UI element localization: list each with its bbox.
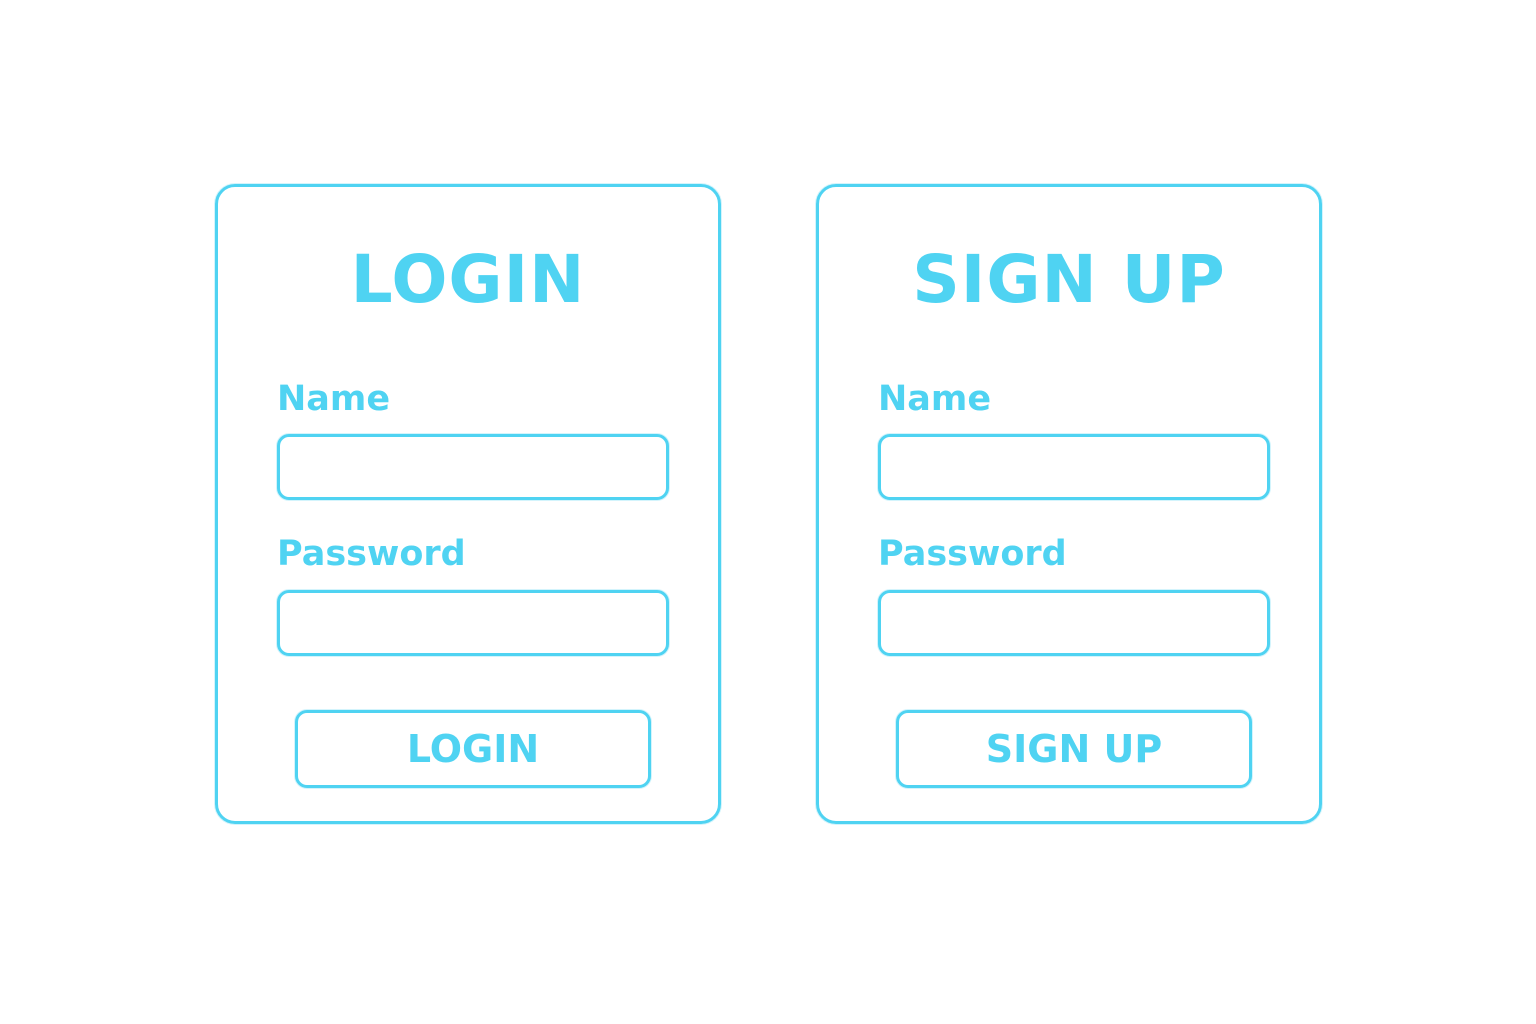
signup-name-label: Name: [878, 379, 992, 419]
signup-name-input[interactable]: [878, 434, 1270, 500]
signup-password-input[interactable]: [878, 590, 1270, 656]
signup-button[interactable]: SIGN UP: [896, 710, 1252, 788]
login-button[interactable]: LOGIN: [295, 710, 651, 788]
signup-password-label: Password: [878, 534, 1067, 574]
login-title: LOGIN: [350, 241, 586, 318]
signup-card: SIGN UP Name Password SIGN UP: [816, 184, 1322, 824]
signup-title: SIGN UP: [912, 241, 1226, 318]
login-name-label: Name: [277, 379, 391, 419]
login-password-label: Password: [277, 534, 466, 574]
login-card: LOGIN Name Password LOGIN: [215, 184, 721, 824]
login-name-input[interactable]: [277, 434, 669, 500]
login-password-input[interactable]: [277, 590, 669, 656]
